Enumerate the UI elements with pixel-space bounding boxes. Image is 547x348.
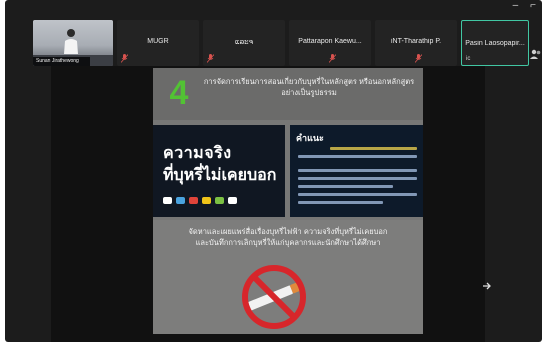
- text-line: [298, 185, 393, 188]
- pointer-cursor-icon: [483, 282, 491, 290]
- slide-number: 4: [170, 74, 189, 110]
- logo-icon: [215, 197, 224, 204]
- poster-title-line2: ที่บุหรี่ไม่เคยบอก: [163, 167, 277, 184]
- participant-tile-mugr[interactable]: MUGR: [117, 20, 199, 66]
- advice-poster-image: คำแนะ: [290, 125, 423, 217]
- mic-muted-icon: [329, 54, 336, 63]
- participant-tile-video[interactable]: Sunan Jirathewong: [33, 20, 113, 66]
- logo-icon: [163, 197, 172, 204]
- logo-icon: [176, 197, 185, 204]
- meeting-window: – ⌐ Sunan Jirathewong MUGR ແລະຈ Pattarap…: [5, 0, 542, 342]
- slide-body: จัดหาและเผยแพร่สื่อเรื่องบุหรี่ไฟฟ้า ควา…: [153, 220, 423, 334]
- text-line: [298, 193, 417, 196]
- participant-subtitle: ic: [466, 56, 471, 62]
- participant-name: Pasin Laosopapir...: [465, 40, 525, 47]
- participant-name: ແລະຈ: [235, 39, 253, 46]
- participant-tile-pasin[interactable]: Pasin Laosopapir... ic: [461, 20, 529, 66]
- text-line: [298, 201, 383, 204]
- maximize-button[interactable]: ⌐: [530, 0, 536, 14]
- advice-title: คำแนะ: [296, 133, 324, 143]
- poster-image-truth: ความจริง ที่บุหรี่ไม่เคยบอก: [153, 125, 285, 217]
- no-smoking-icon: [242, 265, 306, 329]
- people-icon[interactable]: [530, 48, 542, 60]
- slide-number-graphic: 4: [170, 74, 189, 110]
- text-line: [298, 155, 417, 158]
- slide-heading: การจัดการเรียนการสอนเกี่ยวกับบุหรี่ในหลั…: [203, 77, 415, 97]
- logo-icon: [202, 197, 211, 204]
- screen-share-area: 4 การจัดการเรียนการสอนเกี่ยวกับบุหรี่ในห…: [51, 66, 491, 342]
- mic-muted-icon: [207, 54, 214, 63]
- participant-name: MUGR: [147, 38, 169, 45]
- minimize-button[interactable]: –: [513, 0, 519, 14]
- text-line: [298, 169, 417, 172]
- slide-header: 4 การจัดการเรียนการสอนเกี่ยวกับบุหรี่ในห…: [153, 68, 423, 120]
- partner-logos: [163, 197, 237, 204]
- presentation-slide: 4 การจัดการเรียนการสอนเกี่ยวกับบุหรี่ในห…: [153, 68, 423, 334]
- window-controls: – ⌐: [513, 0, 536, 14]
- participant-tile-tharathip[interactable]: iNT-Tharathip P.: [375, 20, 457, 66]
- slide-body-text: จัดหาและเผยแพร่สื่อเรื่องบุหรี่ไฟฟ้า ควา…: [188, 227, 388, 247]
- logo-icon: [189, 197, 198, 204]
- participant-name: Sunan Jirathewong: [33, 57, 90, 66]
- participant-tile-pattarapon[interactable]: Pattarapon Kaewu...: [289, 20, 371, 66]
- participant-name: iNT-Tharathip P.: [390, 38, 442, 45]
- mic-muted-icon: [121, 54, 128, 63]
- logo-icon: [228, 197, 237, 204]
- text-line: [330, 147, 417, 150]
- participant-name: Pattarapon Kaewu...: [298, 38, 362, 45]
- presenter-figure: [64, 29, 78, 54]
- text-line: [298, 177, 417, 180]
- participant-strip: Sunan Jirathewong MUGR ແລະຈ Pattarapon K…: [5, 20, 542, 66]
- participant-tile-3[interactable]: ແລະຈ: [203, 20, 285, 66]
- mic-muted-icon: [415, 54, 422, 63]
